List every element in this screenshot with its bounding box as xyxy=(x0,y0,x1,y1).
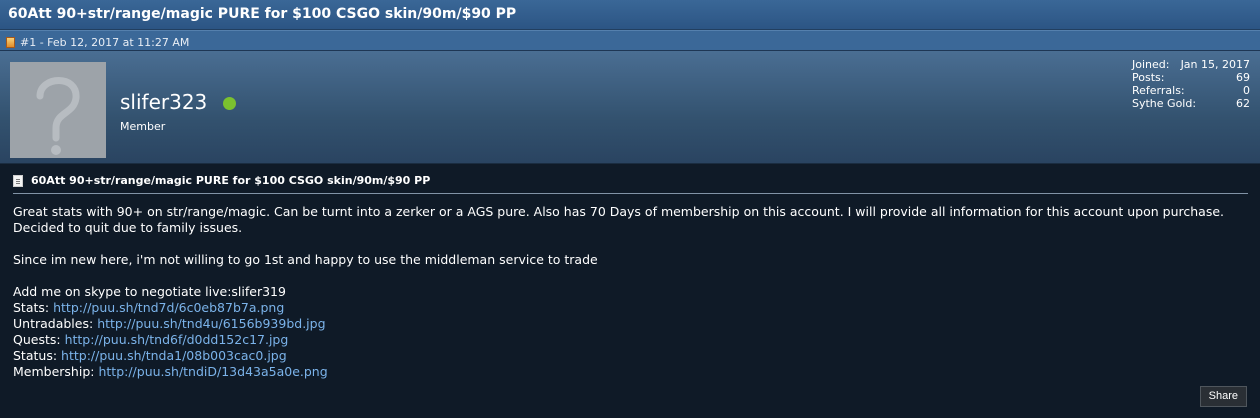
username-row: slifer323 xyxy=(120,90,237,114)
stat-label: Referrals: xyxy=(1132,84,1185,97)
status-link[interactable]: http://puu.sh/tnda1/08b003cac0.jpg xyxy=(61,348,287,363)
post-heading: 60Att 90+str/range/magic PURE for $100 C… xyxy=(13,174,1248,193)
document-icon xyxy=(13,174,23,187)
stat-label: Joined: xyxy=(1132,58,1170,71)
stat-sythe-gold: Sythe Gold: 62 xyxy=(1132,97,1250,110)
post-content: Great stats with 90+ on str/range/magic.… xyxy=(13,204,1248,380)
link-line-status: Status: http://puu.sh/tnda1/08b003cac0.j… xyxy=(13,348,1248,364)
post-paragraph: Great stats with 90+ on str/range/magic.… xyxy=(13,204,1224,235)
stat-posts: Posts: 69 xyxy=(1132,71,1250,84)
post-paragraph: Since im new here, i'm not willing to go… xyxy=(13,252,598,267)
link-line-stats: Stats: http://puu.sh/tnd7d/6c0eb87b7a.pn… xyxy=(13,300,1248,316)
username[interactable]: slifer323 xyxy=(120,90,207,114)
thread-title: 60Att 90+str/range/magic PURE for $100 C… xyxy=(0,0,1260,30)
link-label: Quests: xyxy=(13,332,61,347)
post-permalink[interactable]: #1 - Feb 12, 2017 at 11:27 AM xyxy=(20,36,189,49)
stat-label: Posts: xyxy=(1132,71,1165,84)
link-label: Untradables: xyxy=(13,316,94,331)
post-body: 60Att 90+str/range/magic PURE for $100 C… xyxy=(0,164,1260,417)
link-label: Membership: xyxy=(13,364,95,379)
stat-referrals: Referrals: 0 xyxy=(1132,84,1250,97)
post-title: 60Att 90+str/range/magic PURE for $100 C… xyxy=(31,174,431,187)
stats-link[interactable]: http://puu.sh/tnd7d/6c0eb87b7a.png xyxy=(53,300,284,315)
quests-link[interactable]: http://puu.sh/tnd6f/d0dd152c17.jpg xyxy=(65,332,289,347)
link-label: Stats: xyxy=(13,300,50,315)
stat-joined: Joined: Jan 15, 2017 xyxy=(1132,58,1250,71)
post-link-list: Add me on skype to negotiate live:slifer… xyxy=(13,284,1248,380)
untradables-link[interactable]: http://puu.sh/tnd4u/6156b939bd.jpg xyxy=(97,316,325,331)
skype-line: Add me on skype to negotiate live:slifer… xyxy=(13,284,286,299)
stat-value: 0 xyxy=(1243,84,1250,97)
user-stats: Joined: Jan 15, 2017 Posts: 69 Referrals… xyxy=(1132,58,1250,110)
user-info-panel: slifer323 Member Joined: Jan 15, 2017 Po… xyxy=(0,51,1260,164)
share-button[interactable]: Share xyxy=(1199,386,1247,407)
post-meta-bar: #1 - Feb 12, 2017 at 11:27 AM xyxy=(0,30,1260,51)
avatar[interactable] xyxy=(10,62,106,158)
online-status-icon xyxy=(223,96,237,110)
stat-label: Sythe Gold: xyxy=(1132,97,1197,110)
default-avatar-icon xyxy=(36,77,80,155)
user-title: Member xyxy=(120,120,166,133)
membership-link[interactable]: http://puu.sh/tndiD/13d43a5a0e.png xyxy=(98,364,327,379)
link-label: Status: xyxy=(13,348,58,363)
divider xyxy=(13,193,1248,194)
link-line-quests: Quests: http://puu.sh/tnd6f/d0dd152c17.j… xyxy=(13,332,1248,348)
stat-value: 69 xyxy=(1236,71,1250,84)
stat-value: 62 xyxy=(1236,97,1250,110)
post-status-icon xyxy=(6,37,15,48)
link-line-untradables: Untradables: http://puu.sh/tnd4u/6156b93… xyxy=(13,316,1248,332)
link-line-membership: Membership: http://puu.sh/tndiD/13d43a5a… xyxy=(13,364,1248,380)
stat-value: Jan 15, 2017 xyxy=(1180,58,1250,71)
